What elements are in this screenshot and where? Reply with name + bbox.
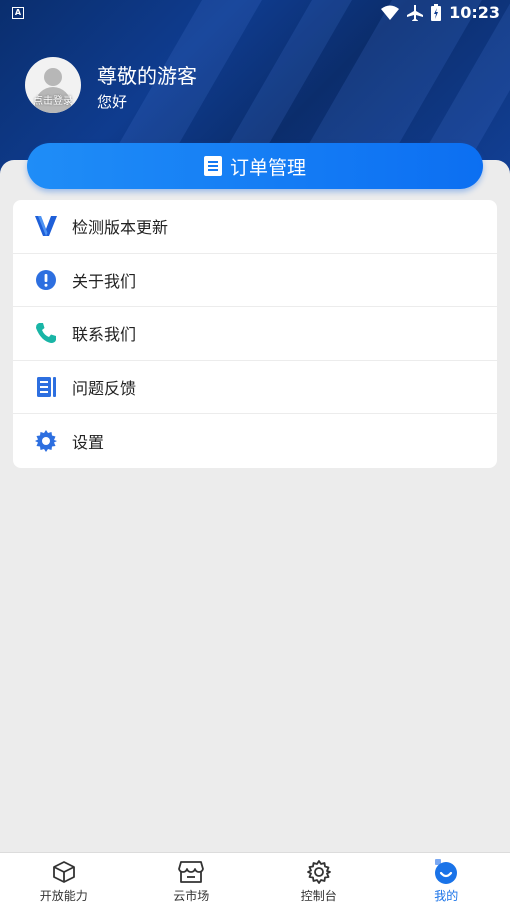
feedback-icon	[35, 376, 57, 398]
tab-cloud-market[interactable]: 云市场	[128, 853, 256, 906]
box-icon	[51, 859, 77, 885]
avatar[interactable]: 点击登录	[25, 57, 81, 113]
status-time: 10:23	[449, 3, 500, 22]
profile-icon	[433, 859, 459, 885]
bottom-tab-bar: 开放能力 云市场 控制台 我的	[0, 852, 510, 906]
version-v-icon	[35, 215, 57, 237]
user-greeting: 您好	[97, 93, 128, 111]
document-icon	[203, 156, 222, 176]
menu-item-contact-us[interactable]: 联系我们	[13, 307, 497, 361]
airplane-icon	[407, 4, 424, 21]
store-icon	[178, 859, 205, 885]
gear-icon	[306, 859, 332, 885]
tab-mine[interactable]: 我的	[383, 853, 510, 906]
gear-icon	[35, 430, 57, 453]
order-management-button[interactable]: 订单管理	[27, 143, 483, 189]
order-management-label: 订单管理	[229, 156, 306, 179]
settings-menu: 检测版本更新 关于我们 联系我们 问题反馈 设置	[13, 200, 497, 468]
wifi-icon	[381, 5, 400, 20]
info-icon	[35, 269, 57, 291]
battery-icon	[431, 4, 442, 21]
status-indicator-icon: A	[12, 7, 24, 19]
user-name: 尊敬的游客	[97, 64, 197, 88]
tab-console[interactable]: 控制台	[255, 853, 383, 906]
tab-open-capabilities[interactable]: 开放能力	[0, 853, 128, 906]
phone-icon	[35, 322, 57, 344]
menu-item-about-us[interactable]: 关于我们	[13, 254, 497, 308]
menu-item-settings[interactable]: 设置	[13, 414, 497, 468]
login-prompt: 点击登录	[33, 96, 73, 107]
menu-item-check-update[interactable]: 检测版本更新	[13, 200, 497, 254]
avatar-placeholder-icon	[44, 68, 62, 86]
status-bar: A 10:23	[0, 0, 510, 28]
menu-item-feedback[interactable]: 问题反馈	[13, 361, 497, 415]
